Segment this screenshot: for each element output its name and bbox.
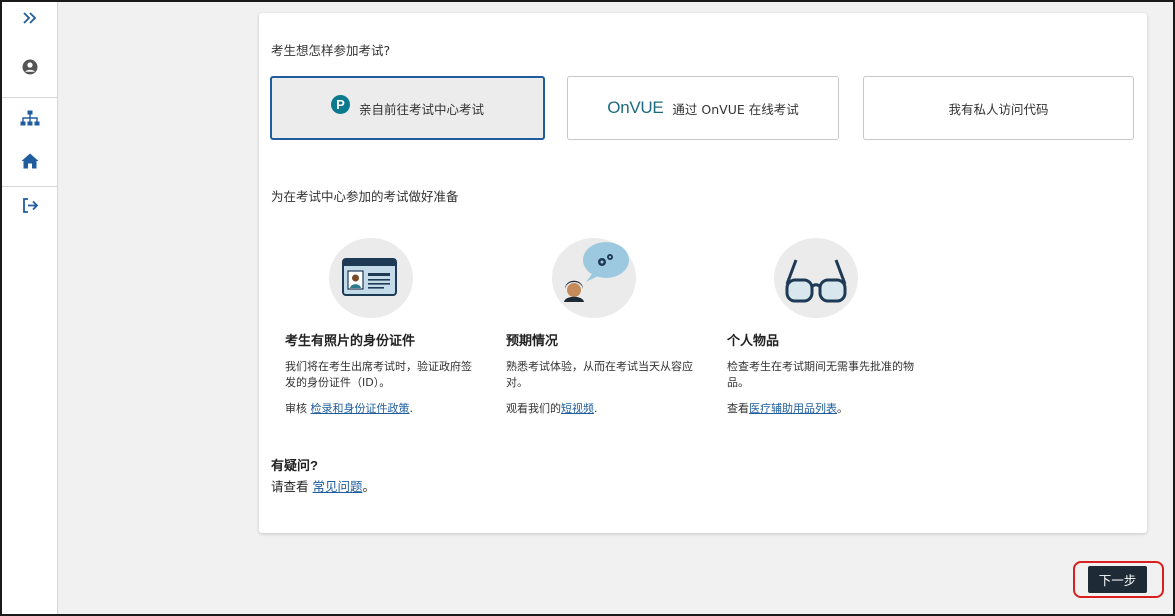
sign-out-button[interactable] (2, 192, 58, 222)
link-prefix: 查看 (727, 402, 749, 415)
faq-line: 请查看 常见问题。 (271, 476, 375, 495)
faq-link[interactable]: 常见问题 (312, 479, 362, 494)
short-video-link[interactable]: 短视频 (561, 402, 594, 415)
sidebar (2, 2, 58, 614)
id-card-icon (329, 238, 413, 318)
question-title: 考生想怎样参加考试? (271, 43, 391, 58)
expand-chevrons-icon (23, 9, 37, 28)
onvue-logo: OnVUE (607, 98, 664, 117)
prep-section-title: 为在考试中心参加的考试做好准备 (271, 189, 459, 204)
prep-text: 熟悉考试体验，从而在考试当天从容应对。 (506, 360, 693, 389)
option-onvue[interactable]: OnVUE 通过 OnVUE 在线考试 (567, 76, 839, 140)
link-suffix: . (409, 402, 414, 415)
prep-heading: 个人物品 (727, 333, 780, 348)
sitemap-icon (20, 110, 40, 130)
account-button[interactable] (2, 54, 58, 84)
option-test-center[interactable]: P 亲自前往考试中心考试 (270, 76, 545, 140)
link-prefix: 审核 (285, 402, 311, 415)
sitemap-button[interactable] (2, 105, 58, 135)
home-button[interactable] (2, 148, 58, 178)
option-label: 亲自前往考试中心考试 (358, 101, 484, 117)
medical-aids-list-link[interactable]: 医疗辅助用品列表 (749, 402, 837, 415)
person-thinking-icon (552, 238, 636, 318)
option-label: 通过 OnVUE 在线考试 (672, 101, 799, 117)
link-suffix: . (594, 402, 598, 415)
sidebar-divider (2, 186, 58, 187)
prep-link-line: 查看医疗辅助用品列表。 (727, 400, 848, 416)
prep-heading: 考生有照片的身份证件 (285, 333, 416, 348)
next-button[interactable]: 下一步 (1088, 566, 1147, 593)
home-icon (21, 153, 39, 173)
faq-suffix: 。 (362, 479, 376, 494)
link-suffix: 。 (837, 402, 848, 415)
glasses-icon (774, 238, 858, 318)
prep-text: 我们将在考生出席考试时，验证政府签发的身份证件（ID）。 (285, 360, 472, 389)
faq-heading: 有疑问? (271, 458, 318, 473)
expand-sidebar-button[interactable] (2, 3, 58, 33)
prep-link-line: 观看我们的短视频. (506, 400, 598, 416)
prep-text: 检查考生在考试期间无需事先批准的物品。 (727, 360, 914, 389)
user-account-icon (22, 59, 38, 79)
prep-heading: 预期情况 (506, 333, 559, 348)
link-prefix: 观看我们的 (506, 402, 561, 415)
sign-out-icon (22, 197, 39, 217)
exam-options-card: 考生想怎样参加考试? P 亲自前往考试中心考试 OnVUE 通过 OnVUE 在… (259, 13, 1147, 533)
option-private-access-code[interactable]: 我有私人访问代码 (863, 76, 1134, 140)
sidebar-divider (2, 97, 58, 98)
check-in-id-policy-link[interactable]: 检录和身份证件政策 (311, 402, 410, 415)
prep-link-line: 审核 检录和身份证件政策. (285, 400, 413, 416)
pearson-logo-icon: P (330, 94, 350, 114)
faq-prefix: 请查看 (271, 479, 313, 494)
option-label: 我有私人访问代码 (948, 101, 1049, 117)
